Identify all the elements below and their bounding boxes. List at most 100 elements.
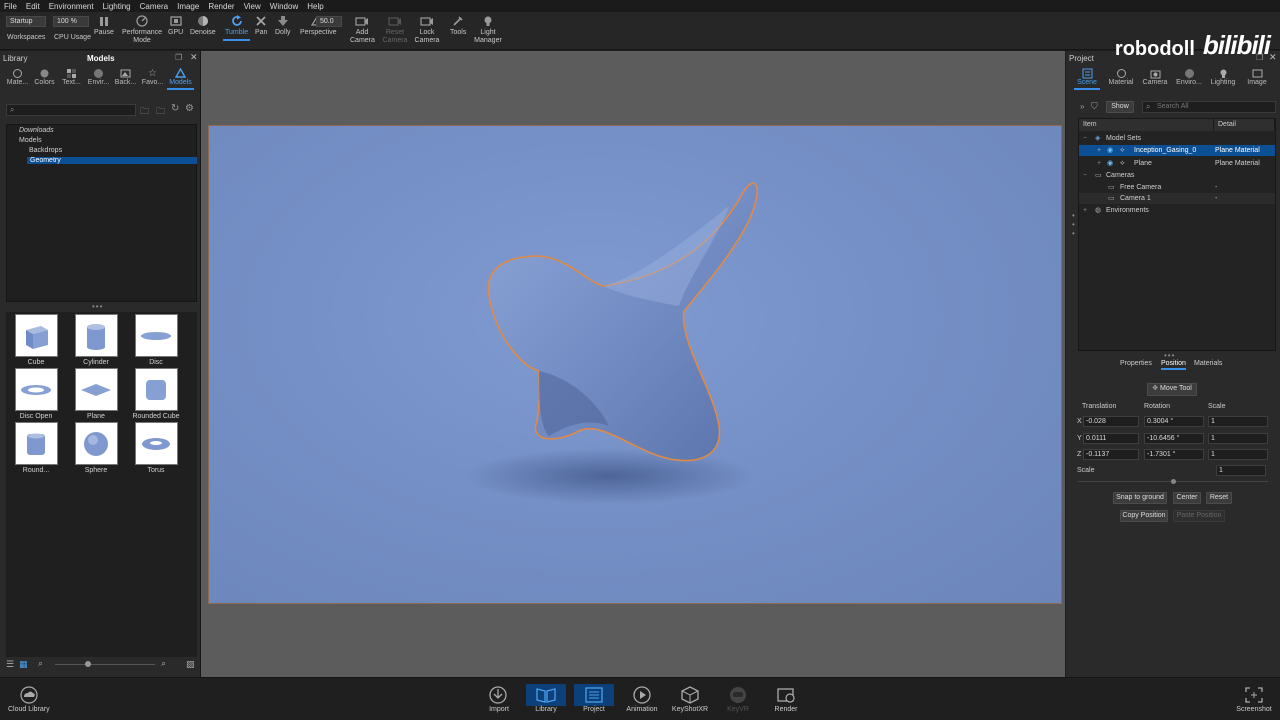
splitter-handle[interactable]: ••• <box>1164 351 1175 360</box>
tab-scene[interactable]: Scene <box>1070 68 1104 90</box>
library-button[interactable]: Library <box>526 684 566 713</box>
model-tile-torus[interactable]: Torus <box>126 422 186 478</box>
translation-x-input[interactable]: -0.028 <box>1083 416 1139 427</box>
tree-row-cameras[interactable]: − ▭ Cameras <box>1079 170 1275 181</box>
menu-lighting[interactable]: Lighting <box>103 2 131 11</box>
tab-camera[interactable]: Camera <box>1138 68 1172 86</box>
zoom-in-icon[interactable]: ⌕ <box>161 658 166 669</box>
keyvr-button[interactable]: KeyVR <box>718 684 758 713</box>
menu-environment[interactable]: Environment <box>49 2 94 11</box>
tab-favorites[interactable]: ☆ Favo... <box>139 68 166 86</box>
subtab-position[interactable]: Position <box>1161 360 1186 370</box>
keyshotxr-button[interactable]: KeyShotXR <box>670 684 710 713</box>
model-tile-rounded-cylinder[interactable]: Round... <box>6 422 66 478</box>
light-manager-button[interactable]: Light Manager <box>474 14 502 45</box>
screenshot-button[interactable]: Screenshot <box>1234 684 1274 713</box>
tab-environments[interactable]: Envir... <box>85 68 112 86</box>
model-tile-disc-open[interactable]: Disc Open <box>6 368 66 424</box>
fov-input[interactable]: 50.0 <box>316 16 342 27</box>
undock-icon[interactable]: ❐ <box>175 53 182 62</box>
rotation-z-input[interactable]: -1.7301 ° <box>1144 449 1204 460</box>
add-camera-button[interactable]: Add Camera <box>350 14 375 45</box>
subtab-properties[interactable]: Properties <box>1120 360 1152 367</box>
cpu-usage-select[interactable]: 100 % <box>53 16 89 27</box>
menu-render[interactable]: Render <box>208 2 234 11</box>
menu-edit[interactable]: Edit <box>26 2 40 11</box>
render-button[interactable]: Render <box>766 684 806 713</box>
tab-lighting[interactable]: Lighting <box>1206 68 1240 86</box>
uniform-scale-slider[interactable] <box>1078 479 1268 484</box>
refresh-icon[interactable]: ↻ <box>171 103 179 114</box>
model-tile-disc[interactable]: Disc <box>126 314 186 370</box>
model-tile-sphere[interactable]: Sphere <box>66 422 126 478</box>
tab-material[interactable]: Material <box>1104 68 1138 86</box>
lock-camera-button[interactable]: Lock Camera <box>414 14 440 45</box>
scale-x-input[interactable]: 1 <box>1208 416 1268 427</box>
tab-image[interactable]: Image <box>1240 68 1274 86</box>
slider-thumb[interactable] <box>1171 479 1176 484</box>
cloud-library-button[interactable]: Cloud Library <box>8 684 50 713</box>
tree-item-downloads[interactable]: Downloads <box>19 127 54 134</box>
menu-image[interactable]: Image <box>177 2 199 11</box>
tree-item-models[interactable]: Models <box>19 137 42 144</box>
tree-row-camera-1[interactable]: ▭ Camera 1 - <box>1079 193 1275 204</box>
model-tile-cylinder[interactable]: Cylinder <box>66 314 126 370</box>
subtab-materials[interactable]: Materials <box>1194 360 1222 367</box>
tree-row-model-sets[interactable]: − ◈ Model Sets <box>1079 133 1275 144</box>
tab-models[interactable]: Models <box>167 67 194 90</box>
workspace-select[interactable]: Startup <box>6 16 46 27</box>
menu-view[interactable]: View <box>244 2 261 11</box>
settings-icon[interactable]: ⚙ <box>185 103 194 114</box>
menu-file[interactable]: File <box>4 2 17 11</box>
tab-colors[interactable]: Colors <box>31 68 58 86</box>
reset-button[interactable]: Reset <box>1206 492 1232 504</box>
snap-to-ground-button[interactable]: Snap to ground <box>1113 492 1167 504</box>
performance-mode-button[interactable]: Performance Mode <box>120 14 164 45</box>
project-button[interactable]: Project <box>574 684 614 713</box>
tools-button[interactable]: Tools <box>450 14 466 37</box>
menu-window[interactable]: Window <box>270 2 298 11</box>
tree-row-plane[interactable]: + ◉ ⟡ Plane Plane Material <box>1079 158 1275 169</box>
close-icon[interactable]: ✕ <box>1269 52 1277 63</box>
column-header-item[interactable]: Item <box>1079 119 1214 131</box>
model-tile-rounded-cube[interactable]: Rounded Cube <box>126 368 186 424</box>
tab-textures[interactable]: Text... <box>58 68 85 86</box>
splitter-handle[interactable]: ••• <box>92 302 103 311</box>
visibility-eye-icon[interactable]: ◉ <box>1107 158 1113 169</box>
animation-button[interactable]: Animation <box>622 684 662 713</box>
model-tile-plane[interactable]: Plane <box>66 368 126 424</box>
menu-camera[interactable]: Camera <box>140 2 168 11</box>
close-icon[interactable]: ✕ <box>190 52 198 63</box>
tumble-button[interactable]: Tumble <box>222 14 251 41</box>
scale-z-input[interactable]: 1 <box>1208 449 1268 460</box>
grid-view-icon[interactable]: ▦ <box>19 659 28 670</box>
tab-backplates[interactable]: Back... <box>112 68 139 86</box>
center-button[interactable]: Center <box>1173 492 1201 504</box>
denoise-button[interactable]: Denoise <box>190 14 216 37</box>
uniform-scale-input[interactable]: 1 <box>1216 465 1266 476</box>
show-button[interactable]: Show <box>1106 101 1134 113</box>
import-button[interactable]: Import <box>479 684 519 713</box>
dolly-button[interactable]: Dolly <box>275 14 291 37</box>
folder-add-icon[interactable]: 🗀 <box>156 104 165 120</box>
visibility-eye-icon[interactable]: ◉ <box>1107 145 1113 156</box>
tab-materials[interactable]: Mate... <box>4 68 31 86</box>
menu-help[interactable]: Help <box>307 2 323 11</box>
collapse-icon[interactable]: » <box>1080 102 1084 111</box>
slider-thumb[interactable] <box>85 661 91 667</box>
column-header-detail[interactable]: Detail <box>1214 119 1275 131</box>
thumbnail-size-slider[interactable] <box>55 661 155 667</box>
scale-y-input[interactable]: 1 <box>1208 433 1268 444</box>
move-tool-button[interactable]: ✥ Move Tool <box>1147 383 1197 396</box>
tree-row-inception-gasing[interactable]: + ◉ ⟡ Inception_Gasing_0 Plane Material <box>1079 145 1275 156</box>
tree-item-geometry[interactable]: Geometry <box>27 157 197 164</box>
rotation-x-input[interactable]: 0.3004 ° <box>1144 416 1204 427</box>
model-tile-cube[interactable]: Cube <box>6 314 66 370</box>
paste-position-button[interactable]: Paste Position <box>1173 510 1225 522</box>
translation-y-input[interactable]: 0.0111 <box>1083 433 1139 444</box>
tree-item-backdrops[interactable]: Backdrops <box>29 147 62 154</box>
pan-button[interactable]: Pan <box>255 14 267 37</box>
reset-camera-button[interactable]: Reset Camera <box>382 14 408 45</box>
zoom-out-icon[interactable]: ⌕ <box>38 658 43 669</box>
realtime-viewport[interactable] <box>201 51 1065 677</box>
